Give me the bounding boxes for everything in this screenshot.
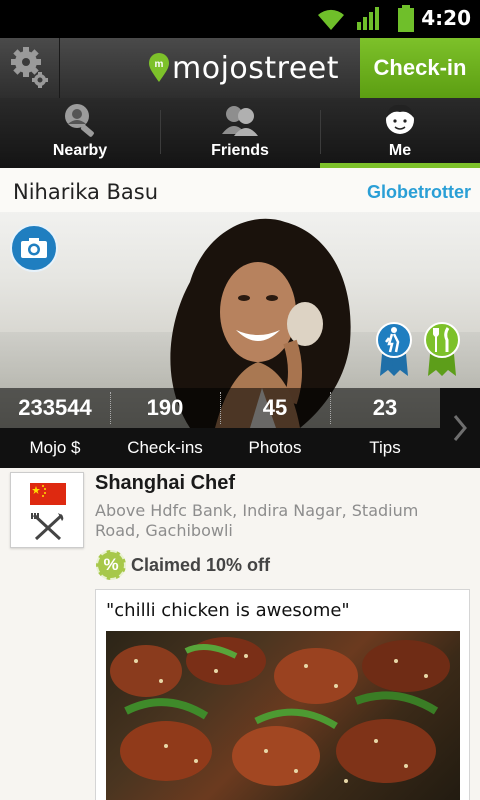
fork-knife-icon bbox=[31, 513, 64, 541]
checkin-button[interactable]: Check-in bbox=[360, 38, 480, 98]
stats-labels: Mojo $ Check-ins Photos Tips bbox=[0, 428, 480, 468]
stat-checkins-value[interactable]: 190 bbox=[110, 388, 220, 428]
offer-text: Claimed 10% off bbox=[131, 554, 271, 575]
tab-me-label: Me bbox=[388, 142, 412, 159]
wifi-icon bbox=[318, 9, 344, 30]
friends-icon bbox=[222, 106, 258, 136]
tab-nearby[interactable]: Nearby bbox=[0, 98, 160, 168]
profile-content[interactable]: Niharika Basu Globetrotter 233544 190 45… bbox=[0, 168, 480, 800]
venue-name-link[interactable]: Shanghai Chef bbox=[95, 472, 235, 495]
tip-box[interactable]: "chilli chicken is awesome" bbox=[95, 589, 470, 800]
stat-mojo-label[interactable]: Mojo $ bbox=[0, 428, 110, 468]
me-face-icon bbox=[386, 104, 414, 134]
profile-level-link[interactable]: Globetrotter bbox=[367, 182, 471, 203]
stat-tips-value[interactable]: 23 bbox=[330, 388, 440, 428]
nearby-search-icon bbox=[65, 104, 94, 137]
venue-address: Above Hdfc Bank, Indira Nagar, Stadium R… bbox=[95, 501, 419, 540]
tip-text: "chilli chicken is awesome" bbox=[106, 600, 350, 621]
status-bar: 4:20 bbox=[0, 0, 480, 38]
tab-friends[interactable]: Friends bbox=[160, 98, 320, 168]
china-flag-icon bbox=[30, 483, 66, 505]
stat-photos-value[interactable]: 45 bbox=[220, 388, 330, 428]
tab-nearby-label: Nearby bbox=[52, 142, 108, 159]
offer-row: % Claimed 10% off bbox=[96, 550, 270, 580]
venue-thumbnail[interactable] bbox=[10, 472, 84, 548]
logo-text: mojostreet bbox=[172, 50, 340, 86]
stats-values: 233544 190 45 23 bbox=[0, 388, 480, 428]
stat-photos-label[interactable]: Photos bbox=[220, 428, 330, 468]
camera-icon bbox=[21, 238, 47, 258]
svg-text:m: m bbox=[155, 59, 164, 70]
chilli-chicken-image bbox=[110, 637, 450, 786]
app-logo: m mojostreet bbox=[148, 48, 339, 88]
stats-bar: 233544 190 45 23 Mojo $ Check-ins Photos… bbox=[0, 388, 480, 468]
profile-name: Niharika Basu bbox=[13, 180, 159, 204]
percent-offer-icon: % bbox=[96, 550, 126, 580]
settings-button[interactable] bbox=[0, 38, 60, 98]
gear-icon bbox=[10, 47, 48, 88]
app-header: m mojostreet Check-in bbox=[0, 38, 480, 98]
main-tabs: Nearby Friends Me bbox=[0, 98, 480, 168]
tab-friends-label: Friends bbox=[211, 142, 269, 159]
mojostreet-pin-icon: m bbox=[149, 53, 169, 82]
hiker-badge-icon[interactable] bbox=[376, 320, 412, 376]
chevron-right-icon bbox=[453, 415, 467, 441]
profile-header: Niharika Basu Globetrotter bbox=[0, 168, 480, 212]
camera-button[interactable] bbox=[10, 224, 58, 272]
stat-tips-label[interactable]: Tips bbox=[330, 428, 440, 468]
food-badge-icon[interactable] bbox=[424, 320, 460, 376]
battery-icon bbox=[398, 5, 414, 32]
signal-icon bbox=[357, 7, 379, 30]
tip-food-photo[interactable] bbox=[106, 631, 460, 800]
stat-checkins-label[interactable]: Check-ins bbox=[110, 428, 220, 468]
stat-mojo-value[interactable]: 233544 bbox=[0, 388, 110, 428]
stats-next-button[interactable] bbox=[440, 388, 480, 468]
status-time: 4:20 bbox=[421, 6, 471, 30]
tab-me[interactable]: Me bbox=[320, 98, 480, 168]
